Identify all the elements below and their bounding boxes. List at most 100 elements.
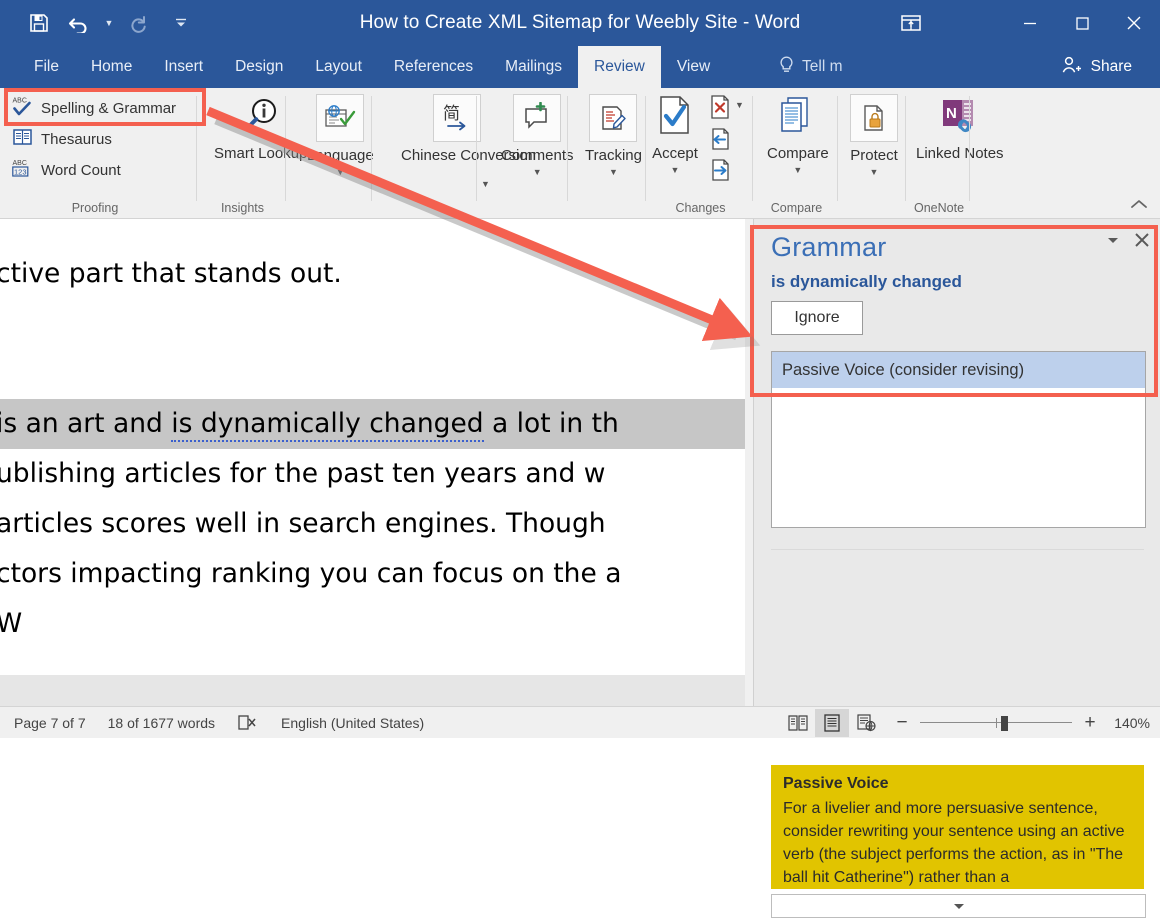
protect-dropdown-caret[interactable]: ▼ xyxy=(870,167,879,177)
page-indicator[interactable]: Page 7 of 7 xyxy=(14,715,86,731)
maximize-button[interactable] xyxy=(1056,0,1108,46)
web-layout-icon[interactable] xyxy=(849,709,883,737)
thesaurus-icon xyxy=(12,127,34,151)
quick-access-toolbar: ▼ xyxy=(22,4,188,42)
undo-icon[interactable] xyxy=(62,6,96,40)
proofing-errors-icon[interactable] xyxy=(237,714,259,732)
group-separator xyxy=(285,96,286,201)
word-count-icon: ABC 123 xyxy=(12,157,34,183)
document-area[interactable]: ctive part that stands out. is an art an… xyxy=(0,219,753,706)
linked-notes-button[interactable]: N Linked Notes xyxy=(916,94,1004,164)
redo-icon[interactable] xyxy=(122,6,156,40)
tell-me-search[interactable]: Tell m xyxy=(778,46,842,88)
tab-design[interactable]: Design xyxy=(219,46,299,88)
zoom-slider-thumb[interactable] xyxy=(1001,715,1008,731)
status-bar-left: Page 7 of 7 18 of 1677 words English (Un… xyxy=(14,707,424,738)
thesaurus-button[interactable]: Thesaurus xyxy=(8,126,180,152)
document-vertical-scrollbar[interactable] xyxy=(745,219,753,706)
read-mode-icon[interactable] xyxy=(781,709,815,737)
svg-text:ABC: ABC xyxy=(13,98,27,105)
group-label-changes: Changes xyxy=(675,201,726,215)
minimize-button[interactable] xyxy=(1004,0,1056,46)
ribbon-tab-strip: File Home Insert Design Layout Reference… xyxy=(0,46,1160,88)
share-button[interactable]: Share xyxy=(1046,49,1146,85)
compare-documents-icon xyxy=(775,94,821,140)
group-separator xyxy=(567,96,568,201)
group-label-onenote: OneNote xyxy=(913,201,965,215)
plus-icon[interactable]: + xyxy=(1081,712,1099,733)
svg-text:简: 简 xyxy=(443,104,460,124)
ribbon-display-options-icon[interactable] xyxy=(898,10,924,36)
accept-change-icon xyxy=(652,94,698,140)
share-person-icon xyxy=(1061,55,1083,80)
next-change-icon[interactable] xyxy=(708,158,744,187)
group-separator xyxy=(645,96,646,201)
save-icon[interactable] xyxy=(22,6,56,40)
word-application-window: ▼ How to Create XML Sitemap for Weebly S… xyxy=(0,0,1160,918)
undo-dropdown-caret[interactable]: ▼ xyxy=(102,6,116,40)
close-icon[interactable] xyxy=(1133,231,1151,249)
tab-references[interactable]: References xyxy=(378,46,489,88)
document-line: ctors impacting ranking you can focus on… xyxy=(0,558,622,589)
document-text[interactable]: ctive part that stands out. is an art an… xyxy=(0,219,753,649)
group-separator xyxy=(837,96,838,201)
pane-divider xyxy=(771,549,1144,550)
tab-file[interactable]: File xyxy=(18,46,75,88)
grammar-suggestion-item[interactable]: Passive Voice (consider revising) xyxy=(772,352,1145,388)
spelling-and-grammar-button[interactable]: ABC Spelling & Grammar xyxy=(8,95,180,121)
tracking-dropdown-caret[interactable]: ▼ xyxy=(609,167,618,177)
tracking-button[interactable]: Tracking ▼ xyxy=(585,94,642,177)
ribbon-group-tracking: Tracking ▼ xyxy=(570,88,646,218)
accept-dropdown-caret[interactable]: ▼ xyxy=(671,165,680,175)
status-bar: Page 7 of 7 18 of 1677 words English (Un… xyxy=(0,706,1160,738)
compare-dropdown-caret[interactable]: ▼ xyxy=(793,165,802,175)
ignore-button[interactable]: Ignore xyxy=(771,301,863,335)
comments-button[interactable]: Comments ▼ xyxy=(501,94,574,177)
language-button[interactable]: Language ▼ xyxy=(307,94,374,177)
grammar-pane-tools xyxy=(1105,231,1151,249)
zoom-slider[interactable] xyxy=(920,715,1072,731)
tab-insert[interactable]: Insert xyxy=(148,46,219,88)
accept-button[interactable]: Accept ▼ xyxy=(652,94,698,175)
compare-button[interactable]: Compare ▼ xyxy=(767,94,829,175)
close-button[interactable] xyxy=(1108,0,1160,46)
grammar-error-text[interactable]: is dynamically changed xyxy=(171,408,484,442)
group-label-compare: Compare xyxy=(770,201,823,215)
tab-home[interactable]: Home xyxy=(75,46,148,88)
ribbon-group-protect: Protect ▼ xyxy=(840,88,906,218)
language-dropdown-caret[interactable]: ▼ xyxy=(336,167,345,177)
grammar-task-pane: Grammar is dynamically changed Ignore Pa… xyxy=(753,219,1160,918)
chevron-down-icon[interactable] xyxy=(1105,234,1121,246)
protect-button[interactable]: Protect ▼ xyxy=(850,94,898,177)
tab-view[interactable]: View xyxy=(661,46,726,88)
explanation-scroll-down-button[interactable] xyxy=(771,894,1146,918)
document-page[interactable]: ctive part that stands out. is an art an… xyxy=(0,219,753,675)
grammar-suggestion-list[interactable]: Passive Voice (consider revising) xyxy=(771,351,1146,528)
new-comment-icon xyxy=(513,94,562,142)
smart-lookup-icon xyxy=(238,94,284,140)
ribbon-group-onenote: N Linked Notes OneNote xyxy=(908,88,1004,218)
tab-review[interactable]: Review xyxy=(578,46,661,88)
comments-label: Comments xyxy=(501,147,574,164)
zoom-level-label[interactable]: 140% xyxy=(1108,715,1150,731)
word-count-button[interactable]: ABC 123 Word Count xyxy=(8,157,180,183)
ribbon-group-insights: Smart Lookup Insights xyxy=(200,88,307,218)
print-layout-icon[interactable] xyxy=(815,708,849,737)
language-label: Language xyxy=(307,147,374,164)
group-separator xyxy=(969,96,970,201)
previous-change-icon[interactable] xyxy=(708,127,744,156)
status-bar-right: − + 140% xyxy=(781,707,1150,738)
customize-qat-icon[interactable] xyxy=(174,6,188,40)
comments-dropdown-caret[interactable]: ▼ xyxy=(533,167,542,177)
tab-layout[interactable]: Layout xyxy=(299,46,378,88)
word-count-indicator[interactable]: 18 of 1677 words xyxy=(108,715,215,731)
chevron-up-icon[interactable] xyxy=(1128,194,1150,214)
reject-dropdown-caret[interactable]: ▼ xyxy=(735,100,744,110)
reject-change-icon[interactable] xyxy=(708,94,732,125)
tab-mailings[interactable]: Mailings xyxy=(489,46,578,88)
language-indicator[interactable]: English (United States) xyxy=(281,715,424,731)
minus-icon[interactable]: − xyxy=(893,712,911,733)
